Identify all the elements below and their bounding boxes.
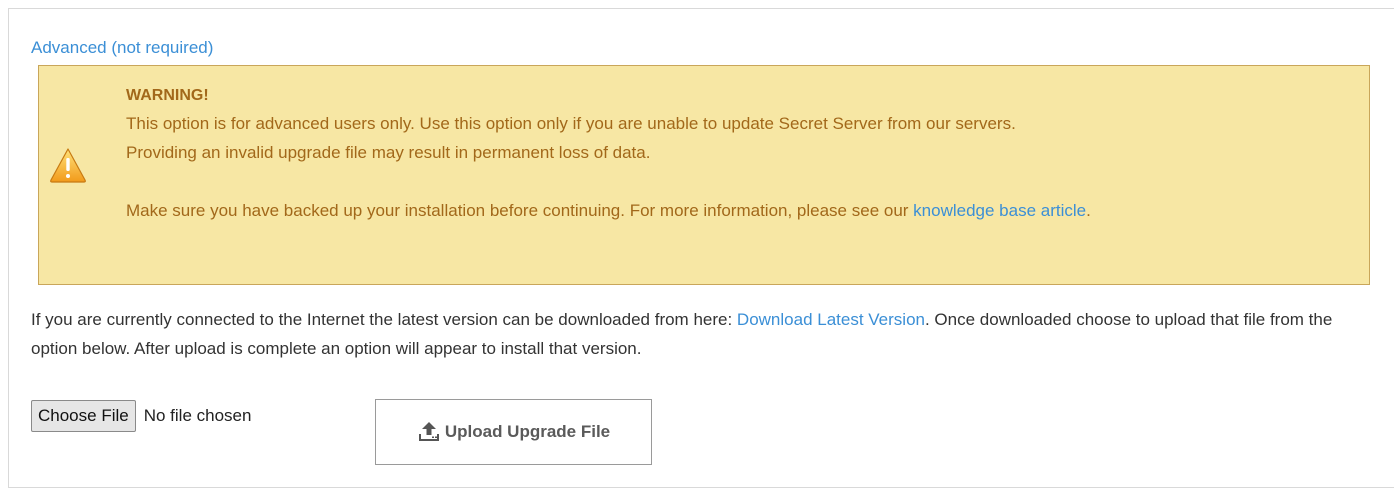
warning-title: WARNING! [126, 87, 209, 104]
download-latest-version-link[interactable]: Download Latest Version [737, 310, 925, 329]
warning-box: WARNING! This option is for advanced use… [38, 65, 1370, 285]
warning-line-2: Providing an invalid upgrade file may re… [126, 143, 651, 162]
upload-icon [417, 421, 441, 443]
download-info: If you are currently connected to the In… [31, 305, 1371, 363]
warning-text: WARNING! This option is for advanced use… [126, 83, 1351, 225]
warning-line-3-suffix: . [1086, 201, 1091, 220]
file-status: No file chosen [143, 406, 252, 425]
knowledge-base-link[interactable]: knowledge base article [913, 201, 1086, 220]
file-input: Choose File No file chosen [31, 400, 251, 432]
info-prefix: If you are currently connected to the In… [31, 310, 737, 329]
upload-upgrade-file-button[interactable]: Upload Upgrade File [375, 399, 652, 465]
warning-triangle-icon [49, 147, 87, 183]
warning-line-3: Make sure you have backed up your instal… [126, 196, 1351, 225]
warning-line-1: This option is for advanced users only. … [126, 114, 1016, 133]
advanced-toggle-link[interactable]: Advanced (not required) [31, 37, 213, 59]
warning-line-3-prefix: Make sure you have backed up your instal… [126, 201, 914, 220]
choose-file-button[interactable]: Choose File [31, 400, 136, 432]
upload-button-label: Upload Upgrade File [444, 422, 611, 441]
